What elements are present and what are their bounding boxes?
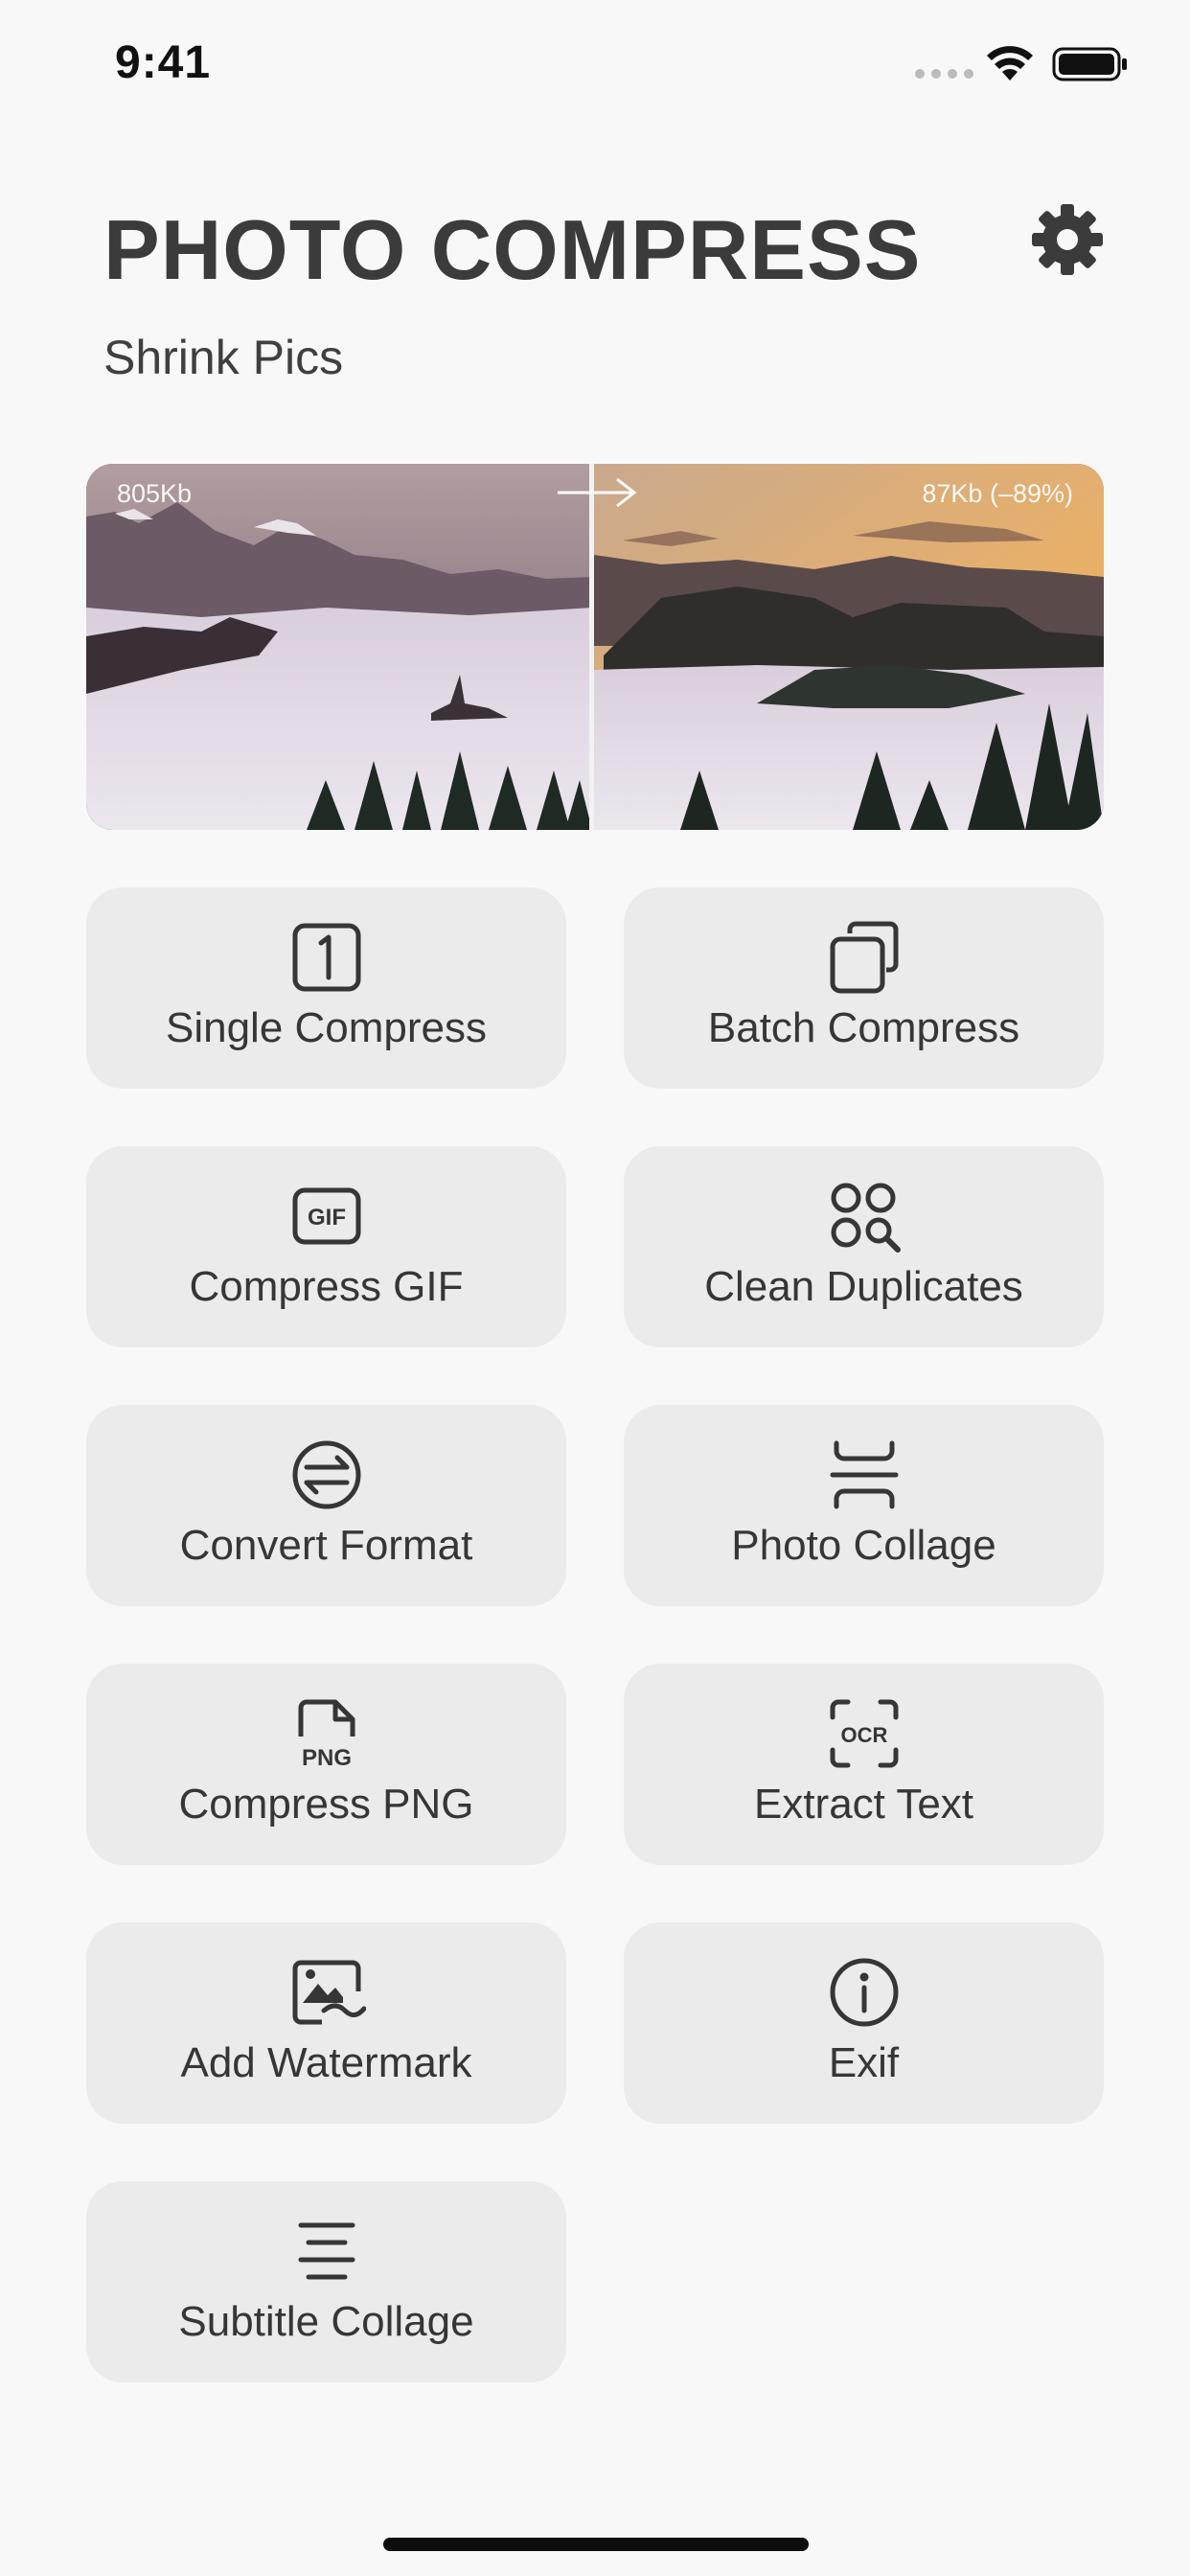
compress-png-button[interactable]: PNG Compress PNG <box>86 1664 566 1865</box>
swap-arrows-icon <box>292 1440 360 1509</box>
tile-label: Clean Duplicates <box>704 1263 1023 1310</box>
compression-preview-image: 805Kb 87Kb (–89%) <box>86 464 1104 830</box>
tile-label: Exif <box>828 2039 900 2086</box>
tile-label: Compress GIF <box>189 1263 464 1310</box>
gif-icon: GIF <box>292 1187 360 1245</box>
ocr-scan-icon: OCR <box>830 1699 898 1768</box>
wifi-icon <box>987 46 1033 80</box>
compress-gif-button[interactable]: GIF Compress GIF <box>86 1146 566 1347</box>
single-compress-button[interactable]: Single Compress <box>86 887 566 1089</box>
batch-compress-button[interactable]: Batch Compress <box>624 887 1104 1089</box>
status-time: 9:41 <box>115 37 212 88</box>
after-size-label: 87Kb (–89%) <box>922 479 1073 508</box>
arrow-right-icon <box>558 477 637 508</box>
add-watermark-button[interactable]: Add Watermark <box>86 1922 566 2124</box>
convert-format-button[interactable]: Convert Format <box>86 1405 566 1606</box>
clean-duplicates-button[interactable]: Clean Duplicates <box>624 1146 1104 1347</box>
info-icon <box>830 1958 898 2027</box>
svg-text:GIF: GIF <box>308 1205 346 1230</box>
photo-collage-button[interactable]: Photo Collage <box>624 1405 1104 1606</box>
tile-label: Compress PNG <box>178 1781 474 1828</box>
tile-label: Extract Text <box>753 1781 974 1828</box>
home-indicator[interactable] <box>383 2538 809 2551</box>
battery-icon <box>1052 47 1127 81</box>
landscape-photo <box>86 464 1104 830</box>
tile-label: Batch Compress <box>707 1004 1020 1051</box>
status-bar: 9:41 <box>0 0 1190 134</box>
subtitle-collage-button[interactable]: Subtitle Collage <box>86 2181 566 2382</box>
collage-icon <box>830 1440 898 1509</box>
extract-text-button[interactable]: OCR Extract Text <box>624 1664 1104 1865</box>
settings-gear-icon[interactable] <box>1029 201 1106 278</box>
subtitle-lines-icon <box>298 2222 355 2280</box>
tile-label: Convert Format <box>179 1522 473 1569</box>
compare-divider[interactable] <box>589 464 594 830</box>
page-subtitle: Shrink Pics <box>103 331 344 384</box>
duplicate-search-icon <box>831 1183 901 1253</box>
page-title: PHOTO COMPRESS <box>103 202 922 297</box>
before-size-label: 805Kb <box>117 479 193 508</box>
png-file-icon: PNG <box>298 1699 355 1771</box>
svg-text:PNG: PNG <box>301 1745 351 1771</box>
exif-button[interactable]: Exif <box>624 1922 1104 2124</box>
single-image-icon <box>292 923 360 992</box>
tile-label: Photo Collage <box>731 1522 996 1569</box>
watermark-image-icon <box>292 1960 366 2025</box>
cellular-signal-icon <box>915 69 973 79</box>
tile-label: Single Compress <box>165 1004 488 1051</box>
tile-label: Subtitle Collage <box>178 2298 474 2345</box>
tile-label: Add Watermark <box>180 2039 472 2086</box>
svg-text:OCR: OCR <box>840 1723 887 1747</box>
stacked-images-icon <box>830 921 898 994</box>
